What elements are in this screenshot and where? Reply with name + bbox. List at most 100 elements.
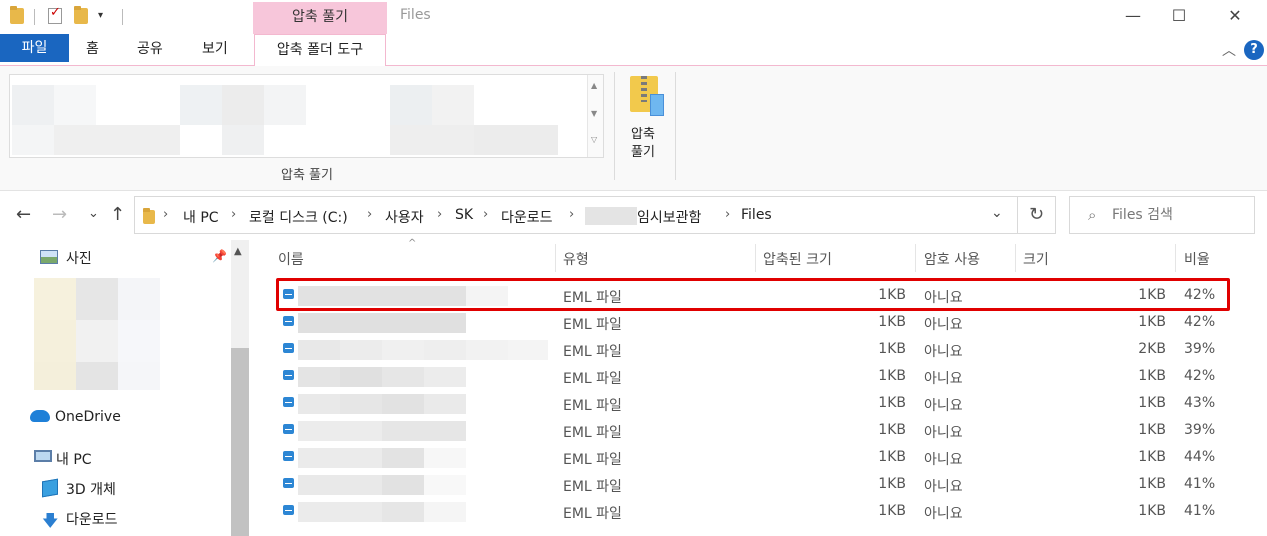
breadcrumb-sk[interactable]: SK [455, 207, 473, 223]
table-row[interactable]: EML 파일 1KB 아니요 1KB 41% [278, 471, 1258, 498]
ribbon-collapse-icon[interactable]: ︿ [1222, 40, 1236, 60]
gallery-up-icon[interactable]: ▲ [591, 81, 597, 90]
column-header-encrypted[interactable]: 암호 사용 [924, 249, 980, 269]
new-folder-icon[interactable] [74, 6, 88, 24]
folder-icon[interactable] [10, 6, 24, 24]
help-icon[interactable]: ? [1244, 40, 1264, 60]
gallery-thumbnail[interactable] [390, 85, 432, 125]
back-arrow-icon[interactable]: ← [16, 204, 31, 225]
table-row[interactable]: EML 파일 1KB 아니요 2KB 39% [278, 336, 1258, 363]
breadcrumb-separator[interactable]: › [231, 207, 236, 222]
nav-item-3d-objects[interactable]: 3D 개체 [66, 479, 116, 499]
gallery-thumbnail[interactable] [12, 85, 54, 125]
up-arrow-icon[interactable]: ↑ [110, 204, 125, 225]
table-row[interactable]: EML 파일 1KB 아니요 1KB 42% [278, 363, 1258, 390]
breadcrumb-archive[interactable]: 임시보관함 [637, 207, 701, 227]
forward-arrow-icon[interactable]: → [52, 204, 67, 225]
gallery-thumbnail[interactable] [474, 125, 558, 155]
breadcrumb-local-disk[interactable]: 로컬 디스크 (C:) [249, 207, 348, 227]
gallery-thumbnail[interactable] [54, 85, 96, 125]
column-header-compressed-size[interactable]: 압축된 크기 [763, 249, 832, 269]
table-row[interactable]: EML 파일 1KB 아니요 1KB 44% [278, 444, 1258, 471]
redacted-file-name [340, 367, 382, 387]
tab-view[interactable]: 보기 [202, 34, 228, 66]
scroll-thumb[interactable] [231, 348, 249, 536]
column-header-ratio[interactable]: 비율 [1184, 249, 1210, 269]
nav-item-onedrive[interactable]: OneDrive [55, 409, 121, 425]
table-row[interactable]: EML 파일 1KB 아니요 1KB 41% [278, 498, 1258, 525]
properties-check-icon[interactable] [48, 5, 62, 24]
gallery-thumbnail[interactable] [12, 125, 54, 155]
breadcrumb-downloads[interactable]: 다운로드 [501, 207, 553, 227]
table-row[interactable]: EML 파일 1KB 아니요 1KB 39% [278, 417, 1258, 444]
redacted-file-name [424, 448, 466, 468]
minimize-button[interactable]: — [1110, 0, 1156, 34]
zip-folder-icon [630, 76, 664, 116]
nav-item-downloads[interactable]: 다운로드 [66, 509, 118, 529]
redacted-file-name [382, 367, 424, 387]
breadcrumb-files[interactable]: Files [741, 207, 772, 223]
encrypted-flag: 아니요 [924, 317, 963, 333]
table-row[interactable]: EML 파일 1KB 아니요 1KB 43% [278, 390, 1258, 417]
gallery-scrollbar[interactable]: ▲ ▼ ▽ [587, 75, 603, 157]
recent-locations-icon[interactable]: ⌄ [88, 206, 99, 221]
search-input[interactable] [1112, 205, 1247, 225]
gallery-thumbnail[interactable] [54, 125, 180, 155]
column-header-name[interactable]: 이름 [278, 249, 304, 269]
file-type: EML 파일 [563, 506, 622, 522]
redacted-file-name [298, 286, 466, 306]
gallery-down-icon[interactable]: ▼ [591, 109, 597, 118]
tab-file[interactable]: 파일 [0, 34, 69, 62]
compression-ratio: 42% [1184, 287, 1216, 303]
quick-access-dropdown-icon[interactable]: ▾ [98, 10, 103, 21]
column-divider[interactable] [915, 244, 916, 272]
column-divider[interactable] [755, 244, 756, 272]
breadcrumb-separator[interactable]: › [483, 207, 488, 222]
extract-all-button[interactable]: 압축 풀기 [622, 74, 664, 162]
column-divider[interactable] [1015, 244, 1016, 272]
column-divider[interactable] [555, 244, 556, 272]
search-box[interactable]: ⌕ [1069, 196, 1255, 234]
table-row[interactable]: EML 파일 1KB 아니요 1KB 42% [278, 282, 1258, 309]
file-size: 1KB [1138, 287, 1166, 303]
tab-share[interactable]: 공유 [137, 34, 163, 66]
tab-home[interactable]: 홈 [86, 34, 99, 66]
tab-compressed-folder-tools[interactable]: 압축 폴더 도구 [254, 34, 386, 67]
address-history-icon[interactable]: ⌄ [991, 205, 1003, 221]
folder-icon [143, 208, 155, 224]
address-bar[interactable]: › 내 PC › 로컬 디스크 (C:) › 사용자 › SK › 다운로드 ›… [134, 196, 1018, 234]
scroll-up-icon[interactable]: ▲ [234, 246, 242, 257]
nav-item-photos[interactable]: 사진 [66, 248, 92, 268]
extract-destination-gallery[interactable]: ▲ ▼ ▽ [9, 74, 604, 158]
refresh-button[interactable]: ↻ [1018, 196, 1056, 234]
gallery-thumbnail[interactable] [222, 125, 264, 155]
gallery-thumbnail[interactable] [180, 85, 222, 125]
nav-scrollbar[interactable]: ▲ [231, 240, 249, 536]
pin-icon[interactable]: 📌 [212, 249, 227, 263]
email-file-icon [283, 451, 294, 461]
breadcrumb-this-pc[interactable]: 내 PC [183, 207, 219, 227]
gallery-thumbnail[interactable] [222, 85, 264, 125]
maximize-button[interactable]: ☐ [1156, 0, 1202, 34]
compression-ratio: 39% [1184, 341, 1216, 357]
thumbnail-blur [76, 320, 118, 362]
column-divider[interactable] [1175, 244, 1176, 272]
column-header-size[interactable]: 크기 [1023, 249, 1049, 269]
breadcrumb-separator[interactable]: › [437, 207, 442, 222]
gallery-thumbnail[interactable] [432, 85, 474, 125]
window-title: Files [400, 7, 431, 23]
close-button[interactable]: ✕ [1212, 0, 1258, 34]
breadcrumb-separator[interactable]: › [163, 207, 168, 222]
breadcrumb-users[interactable]: 사용자 [385, 207, 424, 227]
nav-item-this-pc[interactable]: 내 PC [56, 449, 92, 469]
column-header-type[interactable]: 유형 [563, 249, 589, 269]
breadcrumb-separator[interactable]: › [725, 207, 730, 222]
breadcrumb-separator[interactable]: › [367, 207, 372, 222]
gallery-thumbnail[interactable] [390, 125, 474, 155]
breadcrumb-separator[interactable]: › [569, 207, 574, 222]
thumbnail-blur [118, 278, 160, 320]
gallery-more-icon[interactable]: ▽ [591, 135, 597, 144]
table-row[interactable]: EML 파일 1KB 아니요 1KB 42% [278, 309, 1258, 336]
redacted-file-name [298, 475, 382, 495]
gallery-thumbnail[interactable] [264, 85, 306, 125]
